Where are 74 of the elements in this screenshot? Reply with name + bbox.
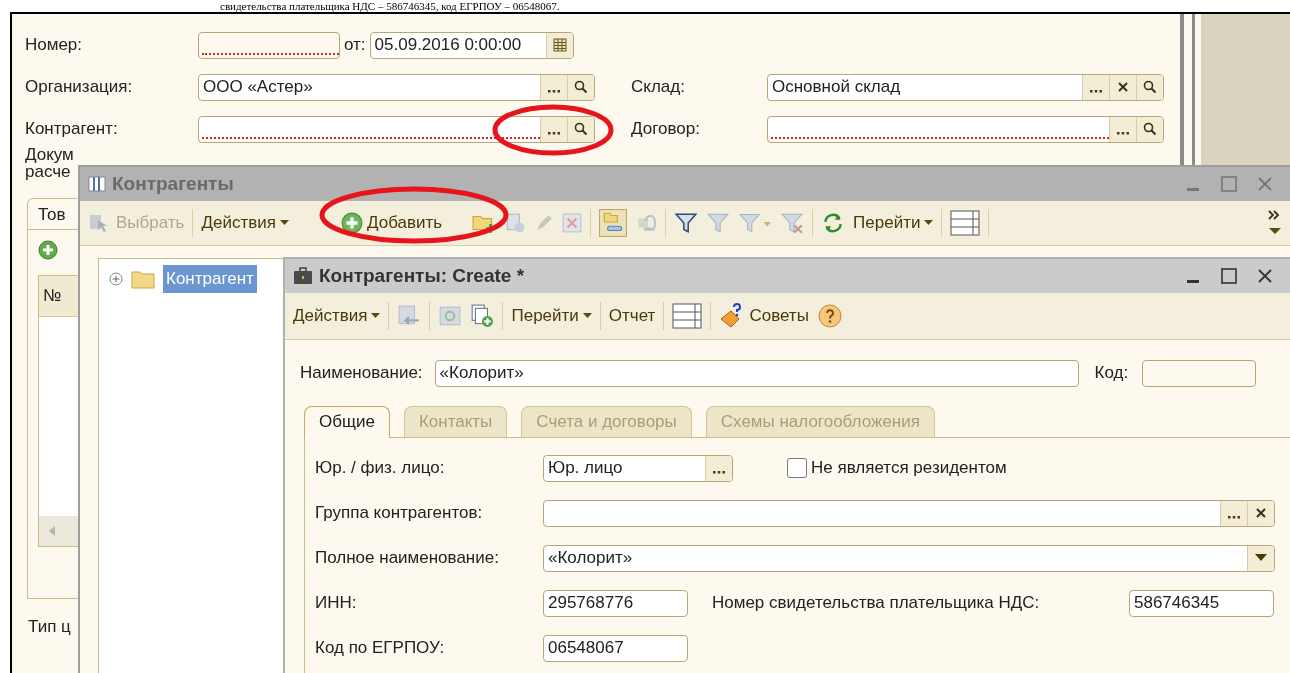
counterparty-field[interactable] [198, 115, 595, 143]
caret-icon [582, 313, 592, 319]
full-name-dropdown[interactable]: «Колорит» [543, 544, 1275, 572]
search-icon[interactable] [567, 74, 594, 100]
clear-icon[interactable] [1247, 500, 1274, 526]
ellipsis-icon[interactable] [705, 455, 732, 481]
dropdown-icon[interactable] [1247, 545, 1274, 571]
tab[interactable]: Тов [27, 198, 77, 229]
checkbox-label[interactable]: Не является резидентом [811, 458, 1007, 478]
organization-field[interactable]: ООО «Астер» [198, 73, 595, 101]
list-icon [88, 176, 106, 192]
warehouse-field[interactable]: Основной склад [767, 73, 1164, 101]
number-field[interactable] [198, 31, 340, 59]
field-label: Организация: [25, 77, 134, 97]
actions-menu-button[interactable]: Действия [293, 306, 381, 326]
caret-icon [924, 220, 934, 226]
help-icon[interactable] [816, 303, 843, 329]
tips-button[interactable]: Советы [719, 303, 809, 329]
field-label: Договор: [631, 119, 701, 139]
window-title: Контрагенты [112, 173, 235, 195]
search-icon[interactable] [1136, 74, 1163, 100]
go-to-menu-button[interactable]: Перейти [853, 213, 934, 233]
clear-icon[interactable] [1109, 74, 1136, 100]
search-icon[interactable] [567, 116, 594, 142]
legal-type-field[interactable]: Юр. лицо [543, 454, 733, 482]
actions-menu-button[interactable]: Действия [201, 213, 289, 233]
field-label: ИНН: [315, 593, 358, 613]
field-label: Контрагент: [25, 119, 119, 139]
search-icon[interactable] [1136, 116, 1163, 142]
go-to-menu-button[interactable]: Перейти [511, 306, 592, 326]
clear-filter-icon[interactable] [780, 211, 805, 235]
folder-icon [131, 269, 155, 289]
hierarchy-icon[interactable] [599, 209, 628, 237]
list-settings-icon[interactable] [672, 303, 703, 329]
inn-field[interactable]: 295768776 [543, 589, 688, 617]
caption-text: свидетельства плательщика НДС – 586746345, код ЕГРПОУ – 06548067. [220, 0, 560, 12]
field-label: Номер свидетельства плательщика НДС: [712, 593, 1041, 613]
field-label: расче [25, 163, 71, 180]
add-button[interactable]: Добавить [340, 212, 443, 234]
date-field[interactable]: 05.09.2016 0:00:00 [369, 31, 574, 59]
column-header: № [39, 276, 79, 317]
field-label: Группа контрагентов: [315, 503, 484, 523]
field-label: Тип ц [28, 617, 72, 637]
caret-icon [279, 220, 289, 226]
expand-icon[interactable] [109, 272, 123, 286]
vat-number-field[interactable]: 586746345 [1129, 589, 1274, 617]
field-label: Код: [1094, 363, 1129, 383]
scrollbar[interactable] [39, 516, 79, 546]
edrpou-field[interactable]: 06548067 [543, 634, 688, 662]
tab[interactable]: Общие [304, 406, 390, 438]
briefcase-icon [293, 267, 313, 285]
field-label: Юр. / физ. лицо: [315, 458, 446, 478]
field-label: Код по ЕГРПОУ: [315, 638, 446, 658]
filter-icon[interactable] [674, 211, 699, 235]
group-field[interactable] [543, 499, 1275, 527]
checkbox[interactable] [787, 458, 807, 478]
name-field[interactable]: «Колорит» [434, 359, 1079, 387]
caret-icon [371, 313, 381, 319]
field-label: Полное наименование: [315, 548, 500, 568]
field-label: от: [344, 35, 366, 55]
field-label: Номер: [25, 35, 84, 55]
field-label: Склад: [631, 77, 686, 97]
list-settings-icon[interactable] [950, 210, 981, 236]
copy-icon[interactable] [470, 304, 495, 328]
add-icon[interactable] [38, 240, 58, 260]
field-label: Докум [25, 146, 75, 163]
window-title: Контрагенты: Create * [319, 265, 526, 287]
calendar-icon[interactable] [545, 32, 573, 58]
report-button[interactable]: Отчет [608, 306, 656, 326]
copy-icon[interactable] [504, 212, 527, 234]
field-label: Наименование: [300, 363, 423, 383]
add-icon [340, 212, 363, 234]
code-field[interactable] [1142, 359, 1257, 387]
contract-field[interactable] [767, 115, 1164, 143]
